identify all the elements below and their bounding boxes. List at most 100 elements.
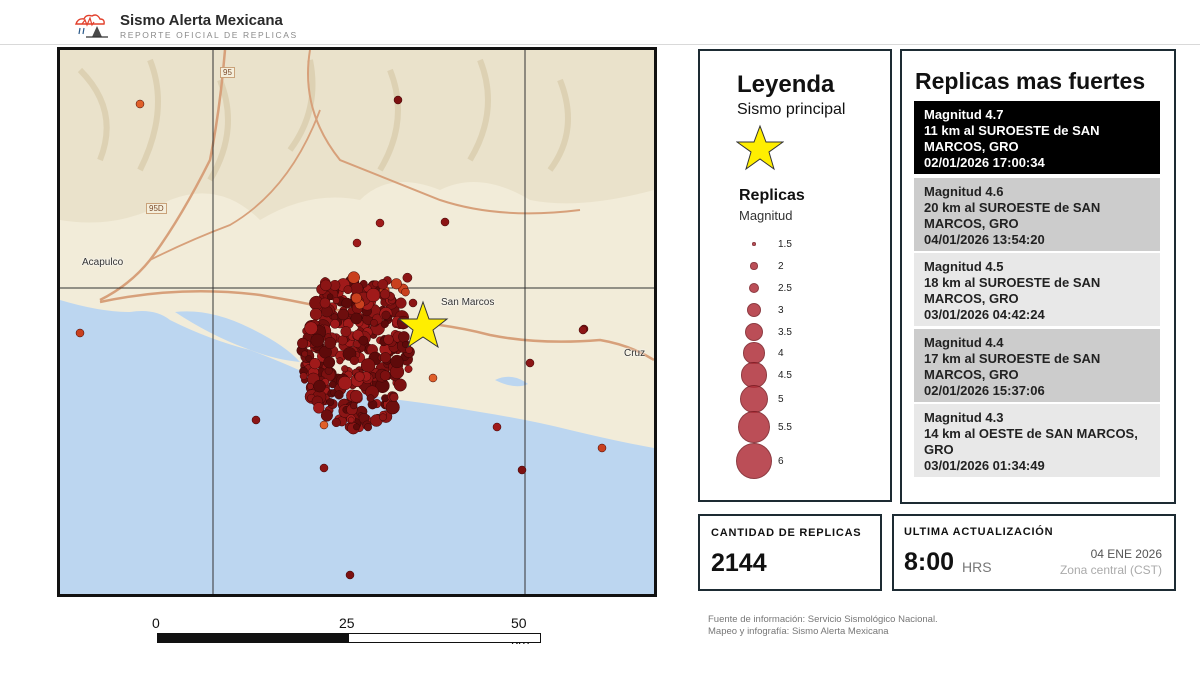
update-label: ULTIMA ACTUALIZACIÓN bbox=[904, 526, 1054, 538]
legend-size-dot bbox=[748, 282, 760, 294]
aftershock-point bbox=[379, 413, 387, 422]
aftershock-point bbox=[366, 394, 375, 403]
update-zone: Zona central (CST) bbox=[1059, 563, 1162, 577]
legend-size-dot bbox=[750, 262, 758, 270]
header: Sismo Alerta Mexicana REPORTE OFICIAL DE… bbox=[0, 0, 1200, 45]
place-label-san-marcos: San Marcos bbox=[441, 297, 495, 308]
scale-segment-1 bbox=[157, 633, 349, 643]
aftershock-point bbox=[390, 354, 404, 369]
update-date: 04 ENE 2026 bbox=[1090, 547, 1162, 561]
strongest-title: Replicas mas fuertes bbox=[915, 68, 1146, 94]
legend-size-dot bbox=[736, 443, 772, 479]
aftershock-point bbox=[319, 420, 329, 430]
aftershock-point bbox=[352, 238, 362, 248]
aftershock-point bbox=[331, 417, 341, 428]
aftershock-point bbox=[393, 378, 407, 392]
aftershock-point bbox=[306, 382, 314, 390]
aftershock-point bbox=[323, 356, 336, 369]
legend-size-label: 4 bbox=[778, 348, 784, 359]
aftershock-point bbox=[360, 358, 376, 373]
aftershock-point bbox=[351, 292, 362, 304]
aftershock-point bbox=[404, 365, 413, 373]
aftershock-point bbox=[75, 328, 85, 338]
aftershock-point bbox=[324, 336, 337, 350]
aftershock-point bbox=[337, 308, 349, 321]
aftershock-point bbox=[492, 422, 502, 432]
legend-size-row: 4 bbox=[700, 342, 890, 365]
aftershock-magnitude: Magnitud 4.7 bbox=[924, 107, 1004, 122]
aftershock-map[interactable]: Acapulco San Marcos Cruz 95 95D bbox=[57, 47, 657, 597]
legend-size-label: 2.5 bbox=[778, 283, 792, 294]
aftershock-point bbox=[328, 380, 337, 389]
place-label-cruz: Cruz bbox=[624, 348, 646, 359]
aftershock-point bbox=[334, 390, 344, 400]
aftershock-point bbox=[350, 312, 363, 325]
aftershock-point bbox=[313, 402, 325, 414]
aftershock-point bbox=[428, 373, 438, 383]
legend-size-label: 2 bbox=[778, 261, 784, 272]
legend-size-row: 3 bbox=[700, 302, 890, 322]
source-line-2: Mapeo y infografía: Sismo Alerta Mexican… bbox=[708, 626, 889, 637]
aftershock-datetime: 03/01/2026 01:34:49 bbox=[924, 458, 1045, 473]
legend-size-label: 1.5 bbox=[778, 239, 792, 250]
app-subtitle: REPORTE OFICIAL DE REPLICAS bbox=[120, 30, 298, 40]
aftershock-point bbox=[336, 357, 344, 365]
place-label-acapulco: Acapulco bbox=[82, 257, 124, 268]
legend-size-dot bbox=[743, 342, 765, 364]
legend-size-dot bbox=[739, 384, 769, 414]
aftershock-location: 14 km al OESTE de SAN MARCOS, GRO bbox=[924, 426, 1138, 457]
aftershock-point bbox=[389, 392, 399, 402]
aftershock-point bbox=[304, 321, 318, 335]
aftershock-card[interactable]: Magnitud 4.7 11 km al SUROESTE de SAN MA… bbox=[914, 101, 1160, 174]
aftershock-location: 11 km al SUROESTE de SAN MARCOS, GRO bbox=[924, 123, 1100, 154]
app-title: Sismo Alerta Mexicana bbox=[120, 12, 283, 29]
aftershock-point bbox=[353, 423, 360, 431]
last-update-box: ULTIMA ACTUALIZACIÓN 8:00 HRS 04 ENE 202… bbox=[892, 514, 1176, 591]
legend-size-row: 5.5 bbox=[700, 410, 890, 444]
aftershock-datetime: 03/01/2026 04:42:24 bbox=[924, 307, 1045, 322]
legend-size-row: 5 bbox=[700, 384, 890, 414]
aftershock-point bbox=[349, 389, 363, 403]
aftershock-point bbox=[332, 296, 340, 305]
aftershock-card[interactable]: Magnitud 4.3 14 km al OESTE de SAN MARCO… bbox=[914, 404, 1160, 477]
road-label-95: 95 bbox=[220, 67, 235, 78]
aftershock-card[interactable]: Magnitud 4.5 18 km al SUROESTE de SAN MA… bbox=[914, 253, 1160, 326]
aftershock-point bbox=[313, 379, 326, 393]
aftershock-point bbox=[347, 271, 360, 284]
aftershock-point bbox=[343, 285, 353, 295]
aftershock-point bbox=[379, 370, 391, 381]
aftershock-point bbox=[251, 415, 261, 425]
aftershock-point bbox=[310, 333, 325, 348]
aftershock-datetime: 02/01/2026 17:00:34 bbox=[924, 155, 1045, 170]
aftershock-magnitude: Magnitud 4.4 bbox=[924, 335, 1004, 350]
aftershock-point bbox=[347, 416, 355, 424]
star-icon bbox=[736, 124, 784, 171]
legend-size-dot bbox=[741, 362, 767, 388]
aftershock-point bbox=[383, 334, 394, 345]
legend-size-dot bbox=[746, 302, 762, 318]
scale-segment-2 bbox=[348, 633, 541, 643]
legend-size-label: 3 bbox=[778, 305, 784, 316]
aftershock-point bbox=[309, 357, 321, 370]
aftershock-point bbox=[349, 355, 359, 366]
aftershock-point bbox=[408, 298, 418, 308]
aftershock-point bbox=[350, 401, 358, 410]
aftershock-location: 17 km al SUROESTE de SAN MARCOS, GRO bbox=[924, 351, 1101, 382]
aftershock-point bbox=[135, 99, 145, 109]
aftershock-point bbox=[379, 289, 391, 300]
map-canvas bbox=[60, 50, 654, 594]
aftershock-point bbox=[299, 372, 308, 380]
aftershock-point bbox=[440, 217, 450, 227]
aftershock-magnitude: Magnitud 4.3 bbox=[924, 410, 1004, 425]
aftershock-point bbox=[297, 337, 309, 349]
legend-size-dot bbox=[745, 323, 763, 341]
aftershock-point bbox=[377, 279, 389, 290]
aftershock-card[interactable]: Magnitud 4.6 20 km al SUROESTE de SAN MA… bbox=[914, 178, 1160, 251]
aftershock-point bbox=[354, 371, 365, 382]
aftershock-card[interactable]: Magnitud 4.4 17 km al SUROESTE de SAN MA… bbox=[914, 329, 1160, 402]
aftershock-point bbox=[393, 95, 403, 105]
aftershock-point bbox=[320, 279, 332, 292]
legend-size-row: 3.5 bbox=[700, 323, 890, 344]
aftershock-point bbox=[398, 331, 410, 343]
legend-size-dot bbox=[752, 242, 756, 246]
